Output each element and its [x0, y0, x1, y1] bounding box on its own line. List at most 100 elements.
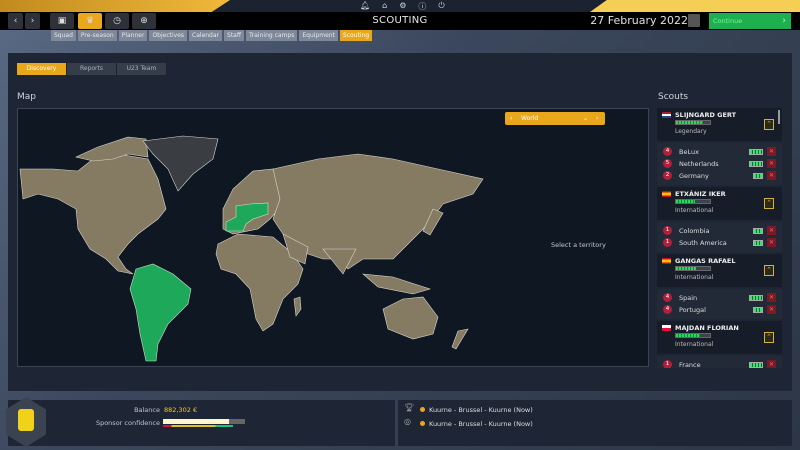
scout-name: GANGAS RAFAEL	[675, 257, 736, 265]
tab-calendar[interactable]: Calendar	[189, 30, 223, 41]
subtabs: Squad Pre-season Planner Objectives Calendar…	[51, 30, 373, 41]
scout-card[interactable]: MAJDAN FLORIAN International ⌃	[657, 321, 782, 354]
region-name: Spain	[679, 294, 698, 302]
region-assignment[interactable]: 5 Netherlands ✕	[657, 158, 782, 170]
tab-equipment[interactable]: Equipment	[299, 30, 338, 41]
tab-pre-season[interactable]: Pre-season	[77, 30, 117, 41]
chevron-right-icon: ›	[782, 16, 786, 26]
south-america[interactable]	[129, 263, 192, 362]
tab-planner[interactable]: Planner	[118, 30, 148, 41]
region-name: Colombia	[679, 227, 710, 235]
region-name: World	[521, 115, 539, 122]
scout-quality-bar	[675, 199, 711, 204]
main-panel: Discovery Reports U23 Team Map Scouts ‹ Wo…	[8, 53, 792, 391]
bell-icon[interactable]: 🔔︎	[360, 1, 370, 12]
scrollbar[interactable]	[777, 108, 781, 368]
calendar-icon[interactable]	[688, 14, 700, 27]
scout-level: International	[675, 274, 714, 281]
region-assignment[interactable]: 4 BeLux ✕	[657, 146, 782, 158]
tab-squad[interactable]: Squad	[51, 30, 76, 41]
chevron-right-icon[interactable]: ›	[596, 112, 598, 125]
map-svg[interactable]	[18, 109, 648, 366]
region-name: South America	[679, 239, 727, 247]
rank-chevron-icon[interactable]: ⌃	[764, 198, 774, 209]
region-assignment[interactable]: 1 Colombia ✕	[657, 225, 782, 237]
continue-button[interactable]: Continue ›	[709, 13, 791, 29]
scout-name: ETXÁNIZ IKER	[675, 190, 726, 198]
remove-icon[interactable]: ✕	[767, 159, 776, 168]
new-zealand[interactable]	[451, 328, 469, 350]
region-count-badge: 1	[663, 226, 672, 235]
trophy-icon: 🏆︎	[404, 403, 415, 412]
madagascar[interactable]	[293, 296, 302, 317]
scout-level: Legendary	[675, 128, 707, 135]
map-title: Map	[17, 92, 36, 102]
remove-icon[interactable]: ✕	[767, 226, 776, 235]
rank-chevron-icon[interactable]: ⌃	[764, 265, 774, 276]
region-selector[interactable]: ‹ World ⌄ ›	[505, 112, 605, 125]
nav-bar: ‹ › ▣ ♛ ◷ ⊕ SCOUTING 27 February 2022 Co…	[0, 12, 800, 30]
power-icon[interactable]: ⏻	[438, 1, 444, 12]
scout-regions: 1France✕1Central Europe✕	[657, 356, 782, 368]
world-map[interactable]: ‹ World ⌄ › Select a territory	[17, 108, 649, 367]
tab-staff[interactable]: Staff	[224, 30, 244, 41]
sponsor-confidence-scale	[163, 425, 233, 427]
tab-objectives[interactable]: Objectives	[149, 30, 188, 41]
scout-card[interactable]: ETXÁNIZ IKER International ⌃	[657, 187, 782, 220]
sponsor-confidence-label: Sponsor confidence	[95, 419, 160, 427]
poland-flag-icon	[662, 325, 671, 331]
settings-icon[interactable]: ⚙︎	[399, 1, 406, 12]
region-count-badge: 4	[663, 293, 672, 302]
region-count-badge: 1	[663, 238, 672, 247]
scout-card[interactable]: SLIJNGARD GERT Legendary ⌃	[657, 108, 782, 141]
netherlands-flag-icon	[662, 112, 671, 118]
race-item[interactable]: Kuurne - Brussel - Kuurne (Now)	[420, 420, 533, 428]
remove-icon[interactable]: ✕	[767, 147, 776, 156]
scout-card[interactable]: GANGAS RAFAEL International ⌃	[657, 254, 782, 287]
remove-icon[interactable]: ✕	[767, 171, 776, 180]
rank-chevron-icon[interactable]: ⌃	[764, 119, 774, 130]
race-item[interactable]: Kuurne - Brussel - Kuurne (Now)	[420, 406, 533, 414]
scout-level: International	[675, 341, 714, 348]
region-count-badge: 4	[663, 305, 672, 314]
region-level-indicator	[753, 240, 763, 246]
scout-regions: 1 Colombia ✕ 1 South America ✕	[657, 222, 782, 252]
current-date: 27 February 2022	[590, 14, 688, 27]
remove-icon[interactable]: ✕	[767, 360, 776, 368]
australia[interactable]	[382, 296, 439, 340]
tab-training-camps[interactable]: Training camps	[246, 30, 298, 41]
chevron-down-icon[interactable]: ⌄	[583, 112, 588, 125]
region-count-badge: 4	[663, 147, 672, 156]
region-level-indicator	[749, 295, 763, 301]
scout-quality-bar	[675, 120, 711, 125]
info-icon[interactable]: ⓘ	[418, 1, 426, 12]
region-assignment[interactable]: 4 Portugal ✕	[657, 304, 782, 316]
discovery-tabs: Discovery Reports U23 Team	[17, 63, 167, 75]
tab-reports[interactable]: Reports	[67, 63, 117, 75]
remove-icon[interactable]: ✕	[767, 293, 776, 302]
region-count-badge: 5	[663, 159, 672, 168]
scout-regions: 4 Spain ✕ 4 Portugal ✕	[657, 289, 782, 319]
tab-discovery[interactable]: Discovery	[17, 63, 67, 75]
rank-chevron-icon[interactable]: ⌃	[764, 332, 774, 343]
tab-scouting[interactable]: Scouting	[339, 30, 373, 41]
southeast-asia-islands[interactable]	[362, 273, 432, 295]
region-assignment[interactable]: 1 France ✕	[657, 359, 782, 368]
scout-quality-bar	[675, 266, 711, 271]
region-assignment[interactable]: 1 South America ✕	[657, 237, 782, 249]
remove-icon[interactable]: ✕	[767, 305, 776, 314]
region-count-badge: 2	[663, 171, 672, 180]
continue-label: Continue	[713, 17, 743, 25]
tab-u23-team[interactable]: U23 Team	[117, 63, 167, 75]
region-count-badge: 1	[663, 360, 672, 368]
region-level-indicator	[753, 228, 763, 234]
balance-label: Balance	[134, 406, 160, 414]
remove-icon[interactable]: ✕	[767, 238, 776, 247]
region-assignment[interactable]: 4 Spain ✕	[657, 292, 782, 304]
select-territory-hint: Select a territory	[551, 241, 606, 249]
north-america[interactable]	[19, 153, 167, 275]
home-icon[interactable]: ⌂	[382, 1, 387, 12]
chevron-left-icon[interactable]: ‹	[510, 112, 512, 125]
region-level-indicator	[749, 161, 763, 167]
region-assignment[interactable]: 2 Germany ✕	[657, 170, 782, 182]
